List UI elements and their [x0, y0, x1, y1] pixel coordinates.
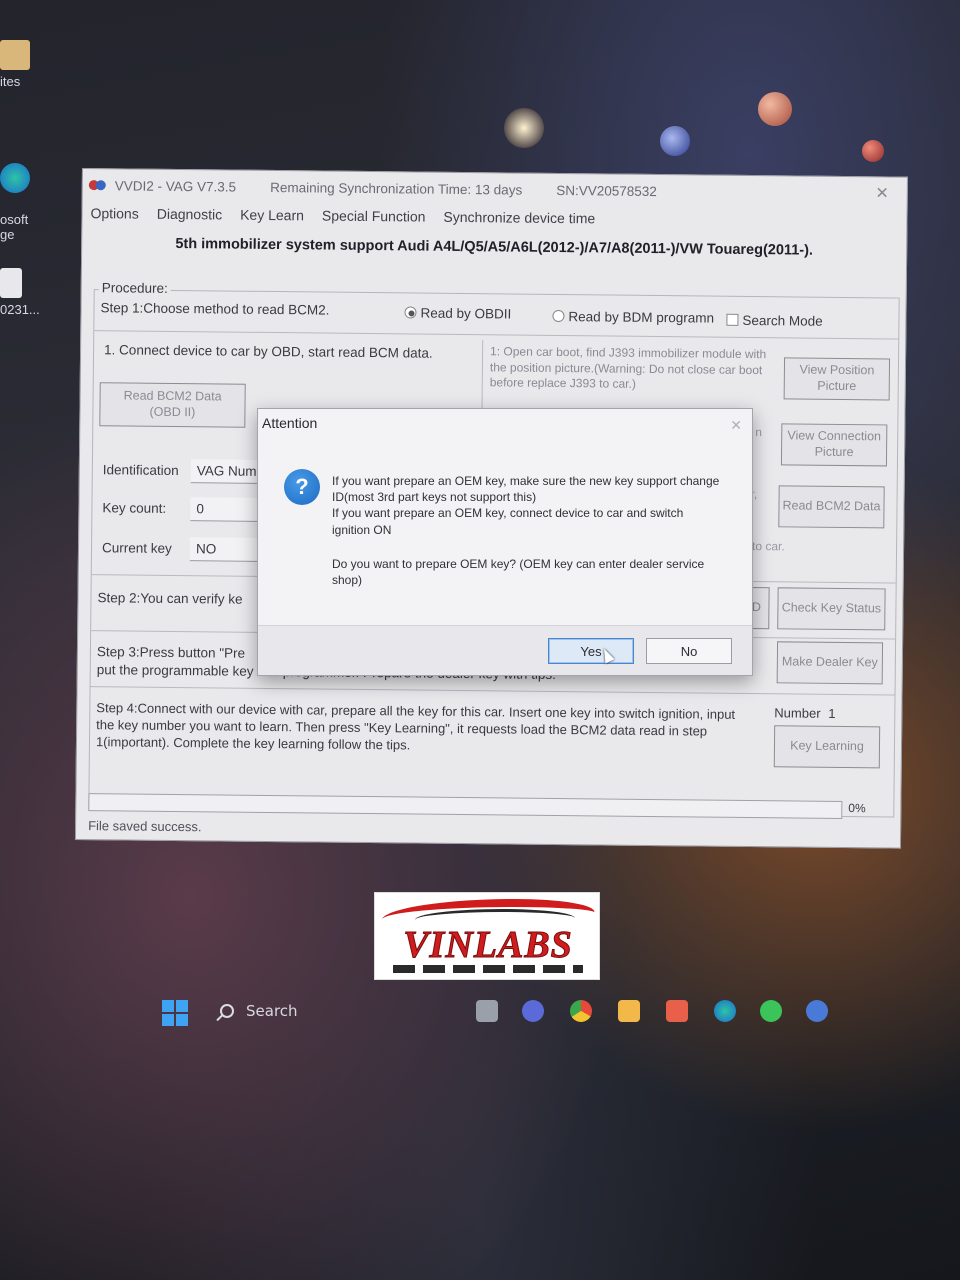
current-key-value: NO — [195, 541, 217, 557]
dialog-title: Attention — [262, 415, 318, 431]
edge-icon[interactable] — [714, 1000, 736, 1022]
dialog-line3: Do you want to prepare OEM key? (OEM key… — [332, 556, 705, 587]
bdm-instruction: 1: Open car boot, find J393 immobilizer … — [489, 344, 767, 391]
dialog-message: If you want prepare an OEM key, make sur… — [332, 473, 722, 588]
obd-instruction: 1. Connect device to car by OBD, start r… — [104, 342, 433, 361]
whatsapp-icon[interactable] — [760, 1000, 782, 1022]
view-connection-picture-button[interactable]: View Connection Picture — [780, 423, 888, 467]
step2-text: Step 2:You can verify ke — [97, 590, 243, 607]
bdm-suffix: n — [755, 425, 763, 440]
attention-dialog: Attention ✕ ? If you want prepare an OEM… — [257, 408, 753, 676]
read-bcm2-data-button[interactable]: Read BCM2 Data — [778, 485, 885, 529]
radio-selected-icon — [404, 306, 417, 319]
read-by-obd-label: Read by OBDII — [420, 305, 512, 322]
support-headline: 5th immobilizer system support Audi A4L/… — [175, 235, 814, 259]
menu-options[interactable]: Options — [90, 205, 138, 222]
read-by-obd-radio[interactable]: Read by OBDII — [404, 305, 512, 322]
view-position-picture-button[interactable]: View Position Picture — [783, 357, 891, 401]
key-count-value: 0 — [196, 501, 205, 517]
logo-stripes — [393, 965, 583, 973]
make-dealer-key-button[interactable]: Make Dealer Key — [776, 641, 884, 685]
file-icon — [0, 268, 22, 298]
number-label: Number — [774, 705, 821, 721]
window-title: VVDI2 - VAG V7.3.5 — [114, 177, 237, 195]
wallpaper-glow — [504, 108, 544, 148]
menu-synchronize-device-time[interactable]: Synchronize device time — [443, 209, 595, 227]
checkbox-icon — [726, 313, 739, 326]
dialog-footer: Yes No — [258, 625, 752, 675]
key-count-label: Key count: — [102, 500, 167, 516]
dialog-close-icon[interactable]: ✕ — [730, 417, 742, 434]
vinlabs-logo: VINLABS — [374, 892, 600, 980]
search-mode-label: Search Mode — [742, 312, 823, 329]
menu-special-function[interactable]: Special Function — [322, 208, 426, 225]
desktop-icon-3[interactable]: 0231... — [0, 268, 40, 317]
status-text: File saved success. — [88, 818, 202, 835]
question-icon: ? — [284, 469, 320, 505]
wallpaper-planet — [862, 140, 884, 162]
divider — [94, 330, 899, 340]
read-bcm2-obd-button[interactable]: Read BCM2 Data (OBD II) — [99, 382, 246, 428]
key-learning-button[interactable]: Key Learning — [773, 725, 881, 769]
folder-icon — [0, 40, 30, 70]
step1-text: Step 1:Choose method to read BCM2. — [100, 300, 330, 318]
identification-value: VAG Num — [196, 463, 257, 479]
menu-key-learn[interactable]: Key Learn — [240, 207, 304, 224]
dialog-line1: If you want prepare an OEM key, make sur… — [332, 474, 720, 505]
logo-text: VINLABS — [403, 924, 573, 967]
desktop-icon-1[interactable]: ites — [0, 40, 30, 89]
desktop-icon-2[interactable]: osoft ge — [0, 148, 40, 242]
desktop-icon-label: 0231... — [0, 302, 40, 317]
progress-percent: 0% — [848, 801, 866, 816]
no-button[interactable]: No — [646, 638, 732, 664]
search-icon[interactable] — [220, 1004, 234, 1018]
serial-number: SN:VV20578532 — [556, 182, 657, 199]
check-key-status-button[interactable]: Check Key Status — [777, 587, 886, 631]
step4-text: Step 4:Connect with our device with car,… — [95, 700, 736, 753]
radio-unselected-icon — [552, 309, 565, 323]
yes-button[interactable]: Yes — [548, 638, 634, 664]
app-icon[interactable] — [806, 1000, 828, 1022]
step3-text-line1: Step 3:Press button "Pre — [96, 644, 246, 661]
file-explorer-icon[interactable] — [618, 1000, 640, 1022]
bdm-suffix: to car. — [752, 539, 785, 554]
meet-icon[interactable] — [522, 1000, 544, 1022]
identification-label: Identification — [102, 462, 179, 479]
chrome-icon[interactable] — [570, 1000, 592, 1022]
store-icon[interactable] — [666, 1000, 688, 1022]
desktop-icon-label: ites — [0, 74, 21, 89]
sync-time: Remaining Synchronization Time: 13 days — [270, 179, 523, 198]
divider — [90, 686, 895, 696]
wallpaper-planet — [660, 126, 690, 156]
edge-icon — [0, 163, 30, 193]
dialog-line2: If you want prepare an OEM key, connect … — [332, 506, 684, 537]
wallpaper-planet — [758, 92, 792, 126]
read-by-bdm-radio[interactable]: Read by BDM programn — [552, 309, 714, 326]
desktop-icon-label: osoft ge — [0, 212, 29, 242]
windows-start-icon[interactable] — [162, 1000, 188, 1026]
task-view-icon[interactable] — [476, 1000, 498, 1022]
current-key-label: Current key — [101, 540, 172, 556]
number-value[interactable]: 1 — [828, 706, 835, 721]
window-close-icon[interactable]: ✕ — [875, 183, 889, 203]
menu-diagnostic[interactable]: Diagnostic — [157, 206, 223, 223]
procedure-label: Procedure: — [98, 280, 171, 296]
taskbar-search-label[interactable]: Search — [246, 1002, 298, 1020]
read-by-bdm-label: Read by BDM programn — [568, 309, 715, 326]
app-logo-icon — [89, 179, 107, 191]
taskbar: Search — [150, 990, 850, 1034]
search-mode-checkbox[interactable]: Search Mode — [726, 312, 823, 329]
